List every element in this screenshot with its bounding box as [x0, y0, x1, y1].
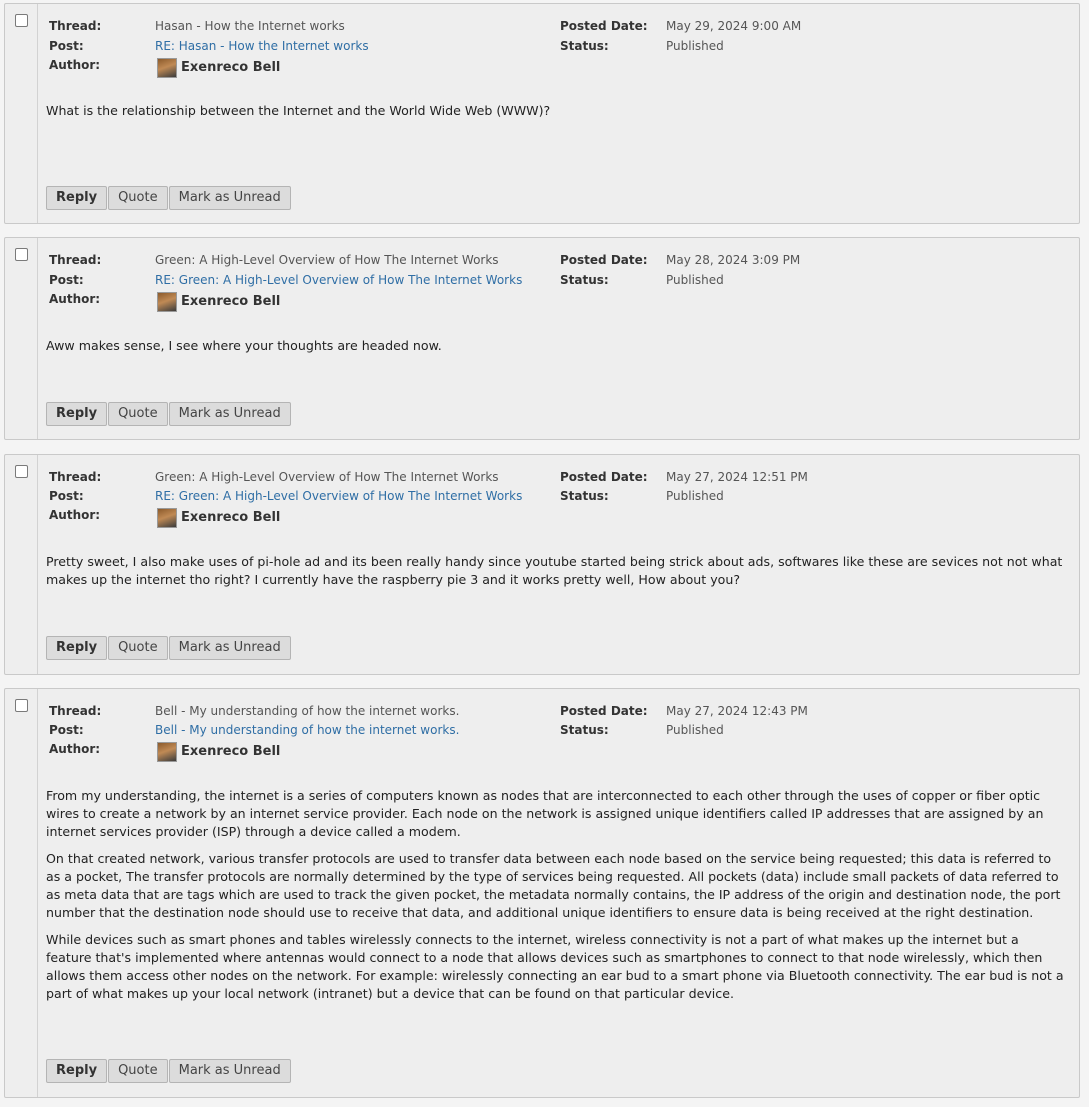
author-label: Author: [49, 508, 101, 522]
reply-button[interactable]: Reply [46, 186, 108, 210]
post-paragraph: What is the relationship between the Int… [46, 103, 551, 118]
post-paragraph: From my understanding, the internet is a… [46, 788, 1044, 839]
status-label: Status: [560, 39, 609, 53]
thread-label: Thread: [49, 470, 102, 484]
post-label: Post: [49, 723, 84, 737]
author-label: Author: [49, 58, 101, 72]
post-body: From my understanding, the internet is a… [46, 787, 1066, 1012]
post-actions: Reply Quote Mark as Unread [46, 636, 292, 660]
thread-name[interactable]: Green: A High-Level Overview of How The … [155, 253, 499, 267]
forum-post: Thread: Green: A High-Level Overview of … [4, 237, 1080, 440]
thread-label: Thread: [49, 704, 102, 718]
avatar[interactable] [157, 742, 177, 762]
quote-button[interactable]: Quote [108, 186, 168, 210]
quote-button[interactable]: Quote [108, 636, 168, 660]
posted-date: May 27, 2024 12:51 PM [666, 470, 808, 484]
post-link[interactable]: RE: Green: A High-Level Overview of How … [155, 273, 522, 287]
post-actions: Reply Quote Mark as Unread [46, 186, 292, 210]
post-label: Post: [49, 273, 84, 287]
posted-date: May 28, 2024 3:09 PM [666, 253, 801, 267]
mark-as-unread-button[interactable]: Mark as Unread [168, 402, 291, 426]
thread-name[interactable]: Hasan - How the Internet works [155, 19, 345, 33]
reply-button[interactable]: Reply [46, 402, 108, 426]
status-value: Published [666, 489, 724, 503]
mark-as-unread-button[interactable]: Mark as Unread [168, 186, 291, 210]
mark-as-unread-button[interactable]: Mark as Unread [168, 636, 291, 660]
post-paragraph: On that created network, various transfe… [46, 851, 1061, 920]
author-name[interactable]: Exenreco Bell [181, 744, 280, 759]
quote-button[interactable]: Quote [108, 402, 168, 426]
mark-as-unread-button[interactable]: Mark as Unread [168, 1059, 291, 1083]
post-paragraph: Pretty sweet, I also make uses of pi-hol… [46, 554, 1063, 587]
post-gutter [5, 4, 38, 223]
author-name[interactable]: Exenreco Bell [181, 60, 280, 75]
post-gutter [5, 689, 38, 1097]
posted-date-label: Posted Date: [560, 19, 648, 33]
status-label: Status: [560, 273, 609, 287]
select-checkbox[interactable] [15, 465, 28, 478]
thread-label: Thread: [49, 19, 102, 33]
thread-label: Thread: [49, 253, 102, 267]
status-value: Published [666, 273, 724, 287]
post-link[interactable]: RE: Hasan - How the Internet works [155, 39, 369, 53]
post-gutter [5, 238, 38, 439]
post-link[interactable]: RE: Green: A High-Level Overview of How … [155, 489, 522, 503]
forum-post: Thread: Bell - My understanding of how t… [4, 688, 1080, 1098]
post-body: Pretty sweet, I also make uses of pi-hol… [46, 553, 1066, 598]
reply-button[interactable]: Reply [46, 636, 108, 660]
author-label: Author: [49, 292, 101, 306]
forum-post: Thread: Green: A High-Level Overview of … [4, 454, 1080, 675]
author-name[interactable]: Exenreco Bell [181, 294, 280, 309]
post-body: What is the relationship between the Int… [46, 102, 1066, 129]
status-label: Status: [560, 723, 609, 737]
thread-name[interactable]: Bell - My understanding of how the inter… [155, 704, 459, 718]
avatar[interactable] [157, 508, 177, 528]
post-label: Post: [49, 489, 84, 503]
post-paragraph: While devices such as smart phones and t… [46, 932, 1064, 1001]
post-actions: Reply Quote Mark as Unread [46, 402, 292, 426]
select-checkbox[interactable] [15, 699, 28, 712]
avatar[interactable] [157, 292, 177, 312]
posted-date-label: Posted Date: [560, 470, 648, 484]
author-name[interactable]: Exenreco Bell [181, 510, 280, 525]
forum-post: Thread: Hasan - How the Internet works P… [4, 3, 1080, 224]
post-label: Post: [49, 39, 84, 53]
post-link[interactable]: Bell - My understanding of how the inter… [155, 723, 459, 737]
select-checkbox[interactable] [15, 248, 28, 261]
status-label: Status: [560, 489, 609, 503]
status-value: Published [666, 723, 724, 737]
thread-name[interactable]: Green: A High-Level Overview of How The … [155, 470, 499, 484]
posted-date: May 29, 2024 9:00 AM [666, 19, 802, 33]
post-paragraph: Aww makes sense, I see where your though… [46, 338, 442, 353]
author-label: Author: [49, 742, 101, 756]
posted-date: May 27, 2024 12:43 PM [666, 704, 808, 718]
quote-button[interactable]: Quote [108, 1059, 168, 1083]
posted-date-label: Posted Date: [560, 704, 648, 718]
posted-date-label: Posted Date: [560, 253, 648, 267]
status-value: Published [666, 39, 724, 53]
post-body: Aww makes sense, I see where your though… [46, 337, 1066, 364]
reply-button[interactable]: Reply [46, 1059, 108, 1083]
select-checkbox[interactable] [15, 14, 28, 27]
avatar[interactable] [157, 58, 177, 78]
post-actions: Reply Quote Mark as Unread [46, 1059, 292, 1083]
post-gutter [5, 455, 38, 674]
